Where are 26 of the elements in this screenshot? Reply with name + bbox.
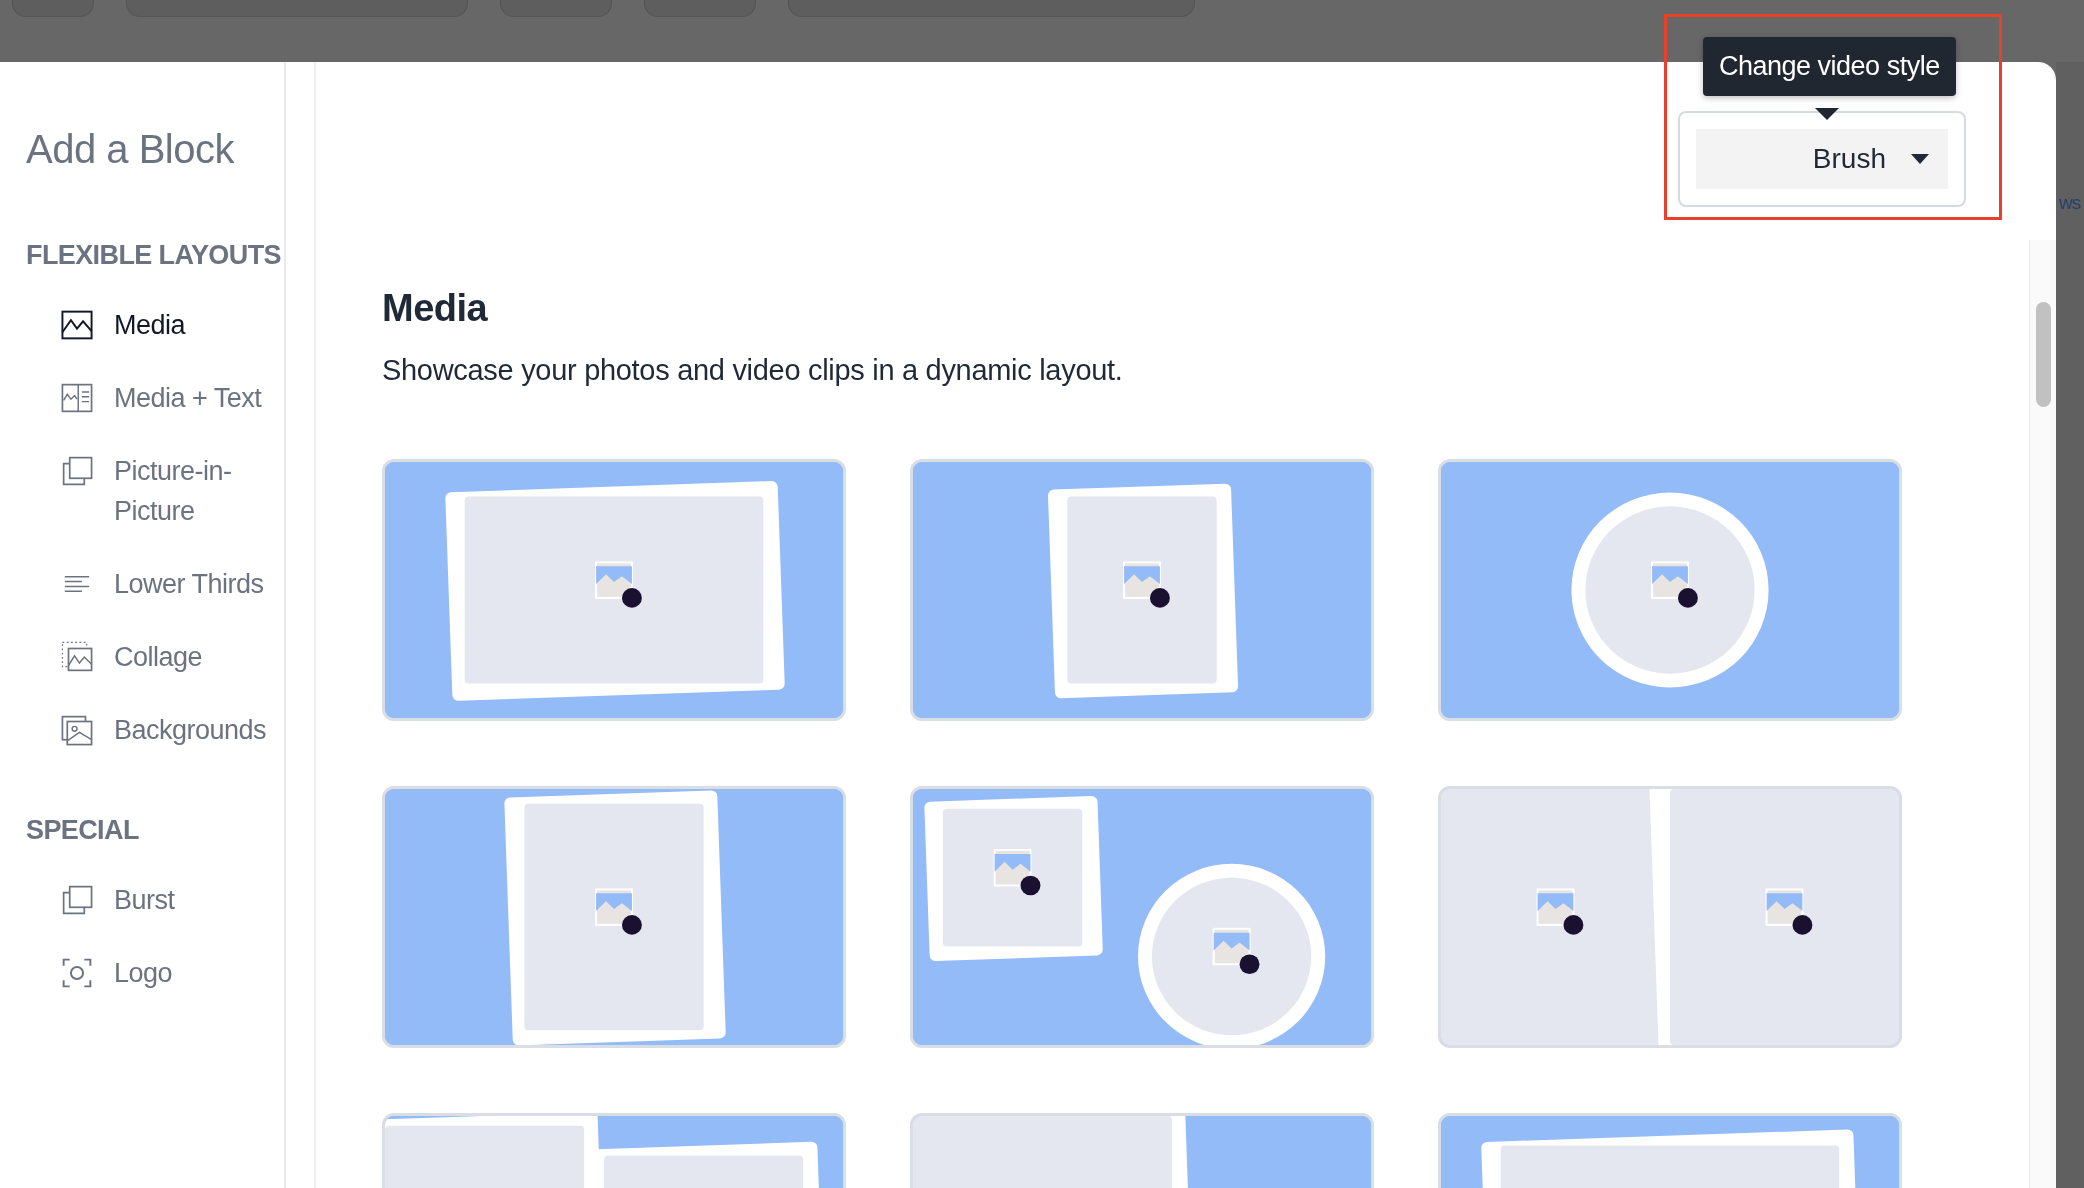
image-icon — [60, 713, 94, 747]
image-text-icon — [60, 381, 94, 415]
section-description: Showcase your photos and video clips in a dynamic layout. — [382, 354, 1124, 387]
scrollbar-thumb[interactable] — [2036, 302, 2051, 407]
section-heading: SPECIAL — [26, 815, 139, 846]
sidebar-item[interactable]: Media + Text — [26, 381, 262, 418]
section-heading: FLEXIBLE LAYOUTS — [26, 240, 281, 271]
tooltip: Change video style — [1703, 37, 1956, 96]
section-title: Media — [382, 287, 489, 330]
sidebar-item[interactable]: Collage — [26, 640, 203, 677]
sidebar-item[interactable]: Picture-in-Picture — [26, 454, 284, 531]
style-dropdown[interactable]: Brush — [1678, 111, 1966, 207]
sidebar-item[interactable]: Logo — [26, 956, 173, 993]
image-icon — [60, 308, 94, 342]
image-icon — [60, 640, 94, 674]
sidebar-item[interactable]: Media — [26, 308, 186, 345]
stacked-squares-icon — [60, 454, 94, 488]
sidebar-item[interactable]: Lower Thirds — [26, 567, 264, 604]
background-text: ws — [2059, 192, 2081, 214]
stacked-squares-icon — [60, 883, 94, 917]
caret-icon — [1910, 153, 1930, 165]
sidebar-item[interactable]: Burst — [26, 883, 175, 920]
tooltip-pointer — [1815, 108, 1839, 120]
sidebar-title: Add a Block — [26, 127, 234, 172]
focus-icon — [60, 956, 94, 990]
sidebar-item[interactable]: Backgrounds — [26, 713, 267, 750]
